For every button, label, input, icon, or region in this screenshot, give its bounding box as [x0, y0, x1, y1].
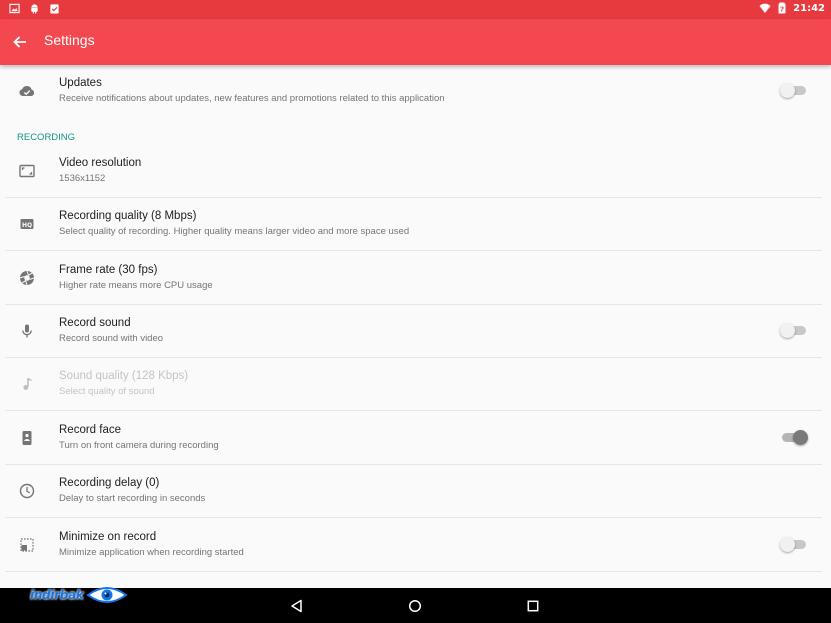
setting-title: Video resolution: [59, 157, 142, 169]
watermark-text: indirbak: [30, 588, 84, 602]
setting-summary: Higher rate means more CPU usage: [59, 280, 213, 291]
setting-title: Recording quality (8 Mbps): [59, 210, 197, 222]
setting-row-recording-quality[interactable]: HQ Recording quality (8 Mbps) Select qua…: [5, 198, 822, 251]
status-bar: ? 21:42: [0, 0, 831, 19]
setting-title: Updates: [59, 77, 102, 89]
svg-text:?: ?: [780, 6, 784, 14]
status-time: 21:42: [793, 2, 825, 14]
setting-row-updates[interactable]: Updates Receive notifications about upda…: [5, 65, 822, 118]
back-button[interactable]: [8, 30, 32, 54]
wifi-icon: [759, 3, 771, 13]
setting-summary: Select quality of recording. Higher qual…: [59, 226, 410, 237]
settings-list[interactable]: Updates Receive notifications about upda…: [0, 65, 831, 588]
clock-icon: [17, 481, 37, 501]
recents-square-icon: [527, 600, 539, 612]
music-note-icon: [17, 374, 37, 394]
setting-summary: Turn on front camera during recording: [59, 440, 219, 451]
page-title: Settings: [44, 32, 95, 48]
setting-row-minimize-on-record[interactable]: Minimize on record Minimize application …: [5, 519, 822, 572]
setting-row-sound-quality: Sound quality (128 Kbps) Select quality …: [5, 358, 822, 411]
status-system: ? 21:42: [759, 2, 825, 14]
clipboard-check-icon: [50, 4, 59, 14]
setting-row-video-resolution[interactable]: Video resolution 1536x1152: [5, 145, 822, 198]
row-divider: [5, 571, 822, 572]
setting-title: Frame rate (30 fps): [59, 264, 158, 276]
row-divider: [5, 410, 822, 411]
setting-row-record-sound[interactable]: Record sound Record sound with video: [5, 305, 822, 358]
updates-toggle[interactable]: [780, 83, 808, 99]
app-root: ? 21:42 Settings Updates Receive notific…: [0, 0, 831, 623]
setting-summary: 1536x1152: [59, 173, 106, 184]
setting-summary: Record sound with video: [59, 333, 164, 344]
cloud-check-icon: [17, 81, 37, 101]
nav-home-button[interactable]: [406, 597, 424, 615]
back-triangle-icon: [291, 599, 302, 613]
setting-row-frame-rate[interactable]: Frame rate (30 fps) Higher rate means mo…: [5, 252, 822, 305]
record-sound-toggle[interactable]: [780, 323, 808, 339]
home-circle-icon: [408, 599, 422, 613]
image-icon: [9, 3, 20, 14]
minimize-window-icon: [17, 535, 37, 555]
setting-summary: Receive notifications about updates, new…: [59, 93, 445, 104]
status-notifications: [9, 3, 60, 14]
shutter-icon: [17, 268, 37, 288]
setting-title: Record sound: [59, 317, 131, 329]
row-divider: [5, 250, 822, 251]
watermark-eye-logo-icon: [85, 587, 128, 603]
hq-icon: HQ: [17, 214, 37, 234]
nav-recents-button[interactable]: [524, 597, 542, 615]
aspect-ratio-icon: [17, 161, 37, 181]
app-bar: Settings: [0, 19, 831, 65]
battery-icon: ?: [778, 2, 786, 14]
setting-title: Recording delay (0): [59, 477, 160, 489]
setting-row-record-face[interactable]: Record face Turn on front camera during …: [5, 412, 822, 465]
svg-text:HQ: HQ: [22, 222, 32, 229]
setting-summary: Minimize application when recording star…: [59, 547, 244, 558]
setting-title: Sound quality (128 Kbps): [59, 370, 189, 382]
microphone-icon: [17, 321, 37, 341]
arrow-left-icon: [13, 36, 26, 48]
record-face-toggle[interactable]: [780, 430, 808, 446]
setting-title: Record face: [59, 424, 122, 436]
android-icon: [31, 4, 38, 14]
setting-row-recording-delay[interactable]: Recording delay (0) Delay to start recor…: [5, 465, 822, 518]
minimize-on-record-toggle[interactable]: [780, 537, 808, 553]
row-divider: [5, 517, 822, 518]
watermark: indirbak: [30, 585, 128, 605]
section-header-recording: RECORDING: [17, 132, 76, 143]
nav-back-button[interactable]: [288, 597, 306, 615]
setting-summary: Select quality of sound: [59, 386, 155, 397]
front-camera-icon: [17, 428, 37, 448]
setting-title: Minimize on record: [59, 531, 157, 543]
setting-summary: Delay to start recording in seconds: [59, 493, 206, 504]
